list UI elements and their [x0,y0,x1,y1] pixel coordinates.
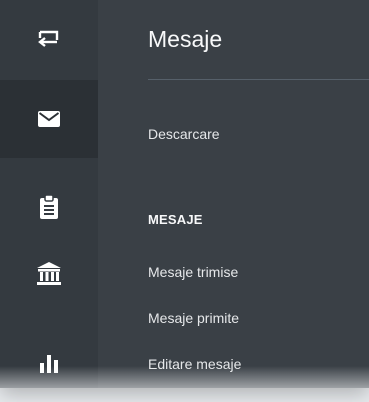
rail-item-swap[interactable] [0,2,98,80]
edit-messages-link[interactable]: Editare mesaje [148,356,241,372]
mail-icon [37,110,61,128]
icon-rail [0,0,98,388]
page-title: Mesaje [148,26,223,52]
bank-icon [36,261,62,287]
rail-item-bank[interactable] [0,235,98,313]
rail-item-messages[interactable] [0,80,98,158]
title-divider [148,79,369,80]
messages-panel: Mesaje Descarcare MESAJE Mesaje trimise … [98,0,369,388]
app-window: Mesaje Descarcare MESAJE Mesaje trimise … [0,0,369,388]
swap-icon [36,30,62,52]
clipboard-icon [39,194,59,220]
bar-chart-icon [38,353,60,373]
section-heading-messages: MESAJE [148,212,203,227]
sent-messages-link[interactable]: Mesaje trimise [148,264,238,280]
received-messages-link[interactable]: Mesaje primite [148,310,239,326]
rail-item-reports[interactable] [0,324,98,402]
download-link[interactable]: Descarcare [148,126,220,142]
